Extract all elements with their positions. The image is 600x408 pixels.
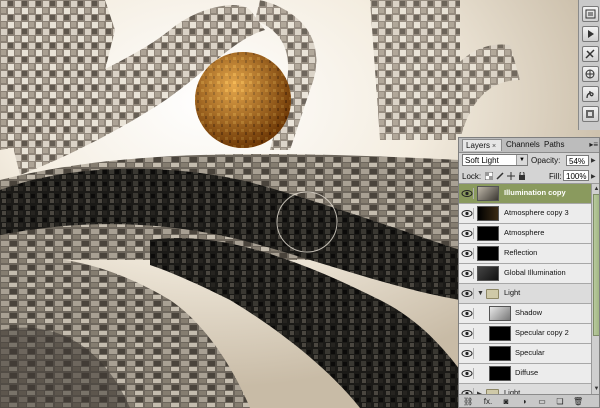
layer-row[interactable]: Shadow <box>459 304 591 324</box>
lock-label: Lock: <box>462 172 482 181</box>
layer-name: Specular copy 2 <box>515 328 569 337</box>
visibility-eye-icon[interactable] <box>461 328 474 339</box>
fx-icon[interactable]: fx. <box>481 397 495 407</box>
link-icon[interactable]: ⛓ <box>463 397 473 407</box>
info-icon[interactable] <box>582 86 599 102</box>
layer-list: Illumination copy Atmosphere copy 3 Atmo… <box>459 184 591 404</box>
scrollbar-thumb[interactable] <box>593 194 599 336</box>
visibility-eye-icon[interactable] <box>461 368 474 379</box>
layer-row[interactable]: Global Illumination <box>459 264 591 284</box>
opacity-field[interactable]: 54% <box>566 155 589 166</box>
blend-mode-value: Soft Light <box>465 156 499 165</box>
layer-thumbnail <box>477 226 499 241</box>
layer-row[interactable]: Diffuse <box>459 364 591 384</box>
layer-name: Atmosphere copy 3 <box>504 208 569 217</box>
lock-transparency-icon[interactable] <box>485 172 493 180</box>
opacity-arrow-icon[interactable]: ▶ <box>591 157 596 164</box>
opacity-label: Opacity: <box>531 156 561 165</box>
layer-thumbnail <box>477 246 499 261</box>
layer-name: Light <box>504 288 521 297</box>
navigator-icon[interactable] <box>582 66 599 82</box>
tool-presets-icon[interactable] <box>582 46 599 62</box>
actions-icon[interactable] <box>582 26 599 42</box>
adjustment-icon[interactable]: ◑ <box>519 397 529 407</box>
layers-panel: Layers × Channels Paths ▸≡ Soft Light ▼ O… <box>458 137 600 408</box>
panel-menu-icon[interactable]: ▸≡ <box>589 140 598 149</box>
layer-name: Illumination copy <box>504 188 566 197</box>
blend-row: Soft Light ▼ Opacity: 54% ▶ <box>459 153 599 168</box>
brushes-icon[interactable] <box>582 106 599 122</box>
fill-field[interactable]: 100% <box>563 170 589 181</box>
layer-row[interactable]: Specular <box>459 344 591 364</box>
layer-thumbnail <box>489 366 511 381</box>
layer-row[interactable]: Reflection <box>459 244 591 264</box>
fill-label: Fill: <box>549 172 562 181</box>
tab-layers-label: Layers <box>466 141 491 150</box>
lock-row: Lock: Fill: 100% ▶ <box>459 169 599 184</box>
scroll-down-icon[interactable]: ▼ <box>593 385 599 393</box>
layer-name: Global Illumination <box>504 268 566 277</box>
trash-icon[interactable]: 🗑 <box>573 397 583 407</box>
folder-icon <box>486 289 499 299</box>
panel-dock-strip <box>578 0 600 130</box>
layer-name: Atmosphere <box>504 228 545 237</box>
layer-name: Diffuse <box>515 368 539 377</box>
layer-row[interactable]: Specular copy 2 <box>459 324 591 344</box>
fill-arrow-icon[interactable]: ▶ <box>591 173 596 180</box>
visibility-eye-icon[interactable] <box>461 228 474 239</box>
visibility-eye-icon[interactable] <box>461 188 474 199</box>
blend-mode-select[interactable]: Soft Light ▼ <box>462 154 528 166</box>
lock-brush-icon[interactable] <box>496 172 504 180</box>
layer-thumbnail <box>489 306 511 321</box>
chevron-down-icon: ▼ <box>516 155 527 165</box>
history-icon[interactable] <box>582 6 599 22</box>
layer-thumbnail <box>489 326 511 341</box>
mask-icon[interactable]: ◙ <box>501 397 511 407</box>
visibility-eye-icon[interactable] <box>461 268 474 279</box>
layer-thumbnail <box>477 266 499 281</box>
visibility-eye-icon[interactable] <box>461 288 474 299</box>
tab-paths[interactable]: Paths <box>541 139 571 151</box>
visibility-eye-icon[interactable] <box>461 208 474 219</box>
group-folder-icon[interactable]: ▭ <box>537 397 547 407</box>
expand-triangle-icon[interactable]: ▼ <box>477 290 484 297</box>
tab-layers[interactable]: Layers × <box>462 139 502 151</box>
scroll-up-icon[interactable]: ▲ <box>593 185 599 193</box>
layer-thumbnail <box>489 346 511 361</box>
lock-move-icon[interactable] <box>507 172 515 180</box>
layer-thumbnail <box>477 186 499 201</box>
tab-close-icon[interactable]: × <box>492 143 496 150</box>
layer-thumbnail <box>477 206 499 221</box>
panel-tabs: Layers × Channels Paths ▸≡ <box>459 138 599 153</box>
layer-row[interactable]: Atmosphere <box>459 224 591 244</box>
tab-channels[interactable]: Channels <box>503 139 541 151</box>
layer-name: Shadow <box>515 308 543 317</box>
layer-row[interactable]: Atmosphere copy 3 <box>459 204 591 224</box>
layer-group-row[interactable]: ▼ Light <box>459 284 591 304</box>
layers-bottom-bar: ⛓ fx. ◙ ◑ ▭ ❏ 🗑 <box>459 394 599 407</box>
layer-name: Specular <box>515 348 545 357</box>
layer-row[interactable]: Illumination copy <box>459 184 591 204</box>
visibility-eye-icon[interactable] <box>461 348 474 359</box>
lock-all-icon[interactable] <box>518 172 526 180</box>
new-layer-icon[interactable]: ❏ <box>555 397 565 407</box>
visibility-eye-icon[interactable] <box>461 308 474 319</box>
visibility-eye-icon[interactable] <box>461 248 474 259</box>
layer-name: Reflection <box>504 248 538 257</box>
layer-list-scrollbar[interactable]: ▲ ▼ <box>591 184 599 394</box>
